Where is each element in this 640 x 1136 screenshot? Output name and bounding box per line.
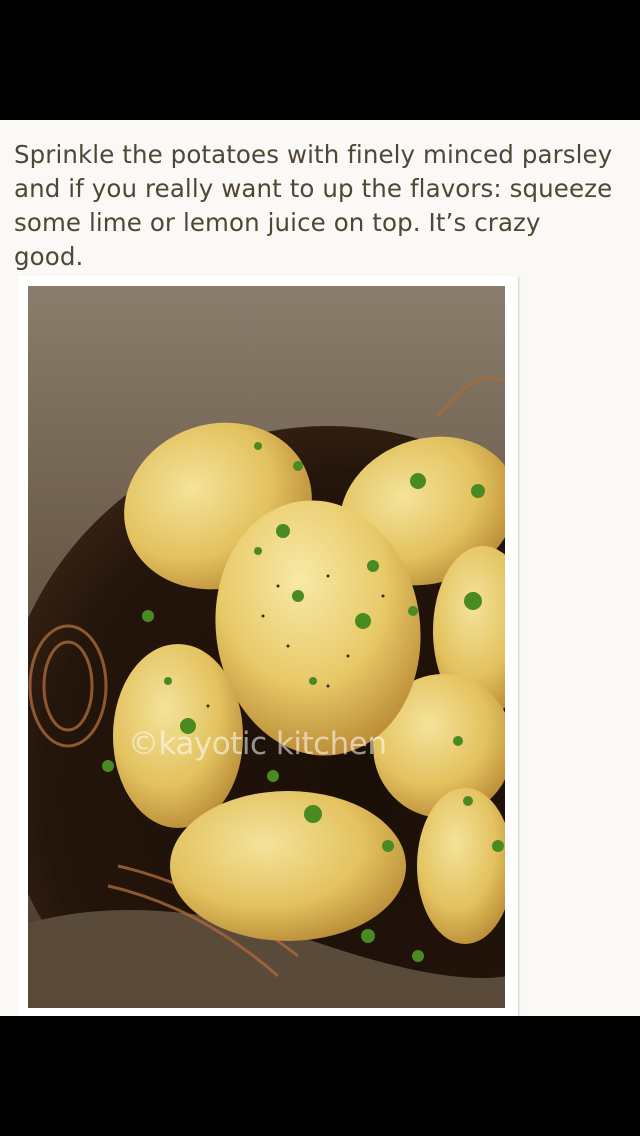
photo-watermark: ©kayotic kitchen <box>128 726 387 762</box>
potatoes-photo <box>28 286 505 1008</box>
letterbox-bottom <box>0 1016 640 1136</box>
recipe-card: Sprinkle the potatoes with finely minced… <box>0 120 640 1016</box>
letterbox-top <box>0 0 640 120</box>
recipe-step-text: Sprinkle the potatoes with finely minced… <box>14 140 613 271</box>
photo-frame: ©kayotic kitchen <box>18 276 518 1016</box>
